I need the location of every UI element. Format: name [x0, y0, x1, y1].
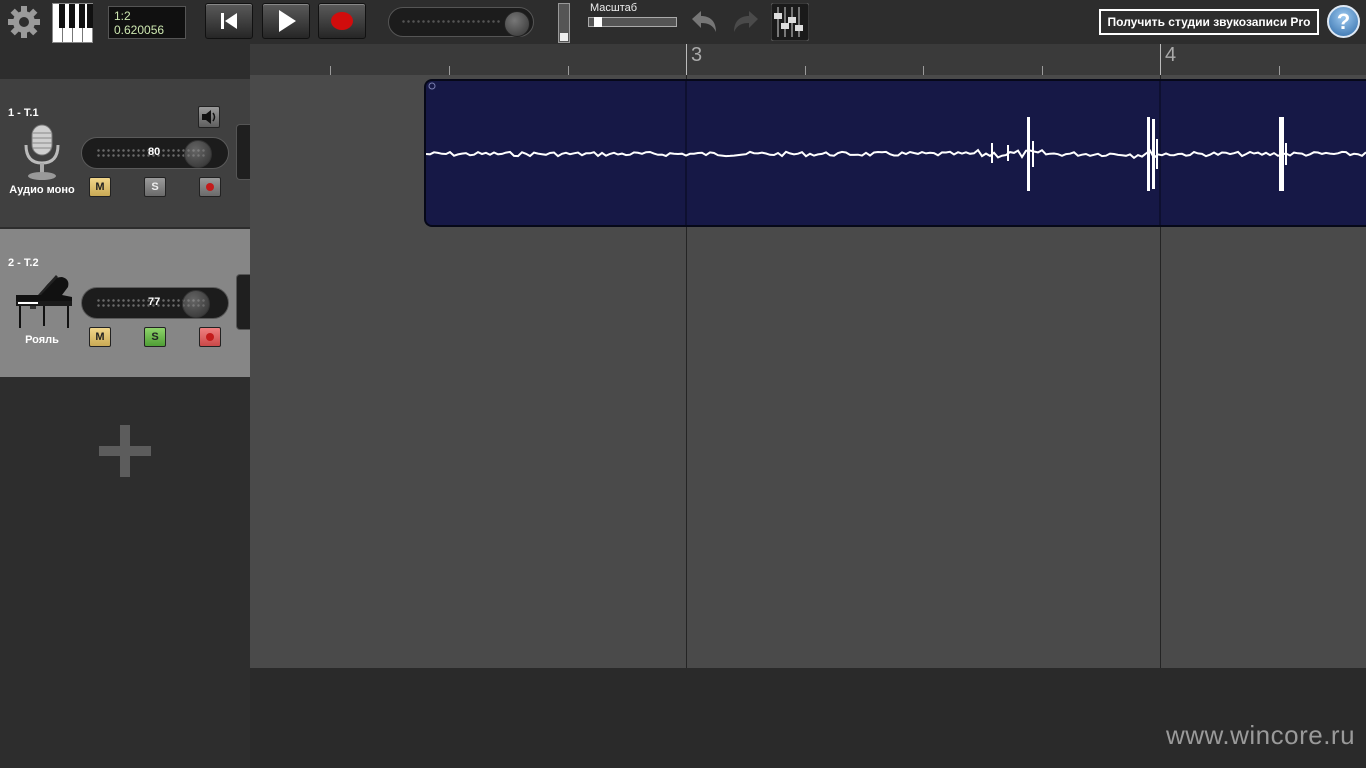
record-button[interactable] — [318, 3, 366, 39]
microphone-icon — [10, 123, 74, 183]
zoom-slider[interactable] — [588, 17, 677, 27]
track-instrument-label: Рояль — [25, 334, 59, 346]
undo-arrow-icon — [692, 11, 716, 32]
record-icon — [331, 12, 353, 30]
timeline-ruler[interactable]: 3 4 — [250, 44, 1366, 75]
speaker-icon[interactable] — [198, 106, 220, 128]
audio-waveform — [426, 81, 1366, 225]
time-seconds: 0.620056 — [114, 23, 165, 37]
plus-icon — [99, 425, 151, 477]
volume-knob[interactable] — [504, 11, 530, 37]
mute-button[interactable]: M — [89, 177, 111, 197]
track-volume-value: 77 — [148, 296, 161, 308]
track-drag-handle[interactable] — [236, 124, 250, 180]
track-volume-slider[interactable]: 80 — [81, 137, 229, 169]
solo-button[interactable]: S — [144, 327, 166, 347]
track-volume-value: 80 — [148, 146, 161, 158]
undo-button[interactable] — [688, 6, 720, 38]
bar-label: 3 — [691, 44, 703, 66]
add-track-button[interactable] — [99, 425, 151, 477]
redo-arrow-icon — [734, 11, 758, 32]
mute-button[interactable]: M — [89, 327, 111, 347]
gear-icon[interactable] — [6, 4, 42, 40]
record-arm-button[interactable] — [199, 177, 221, 197]
record-arm-button[interactable] — [199, 327, 221, 347]
help-icon[interactable]: ? — [1327, 5, 1360, 38]
track-instrument-label: Аудио моно — [9, 184, 75, 196]
bottom-area — [250, 668, 1366, 768]
track-row[interactable]: 1 - T.1 Аудио моно 80 M S — [0, 79, 250, 227]
piano-keys-icon[interactable] — [52, 3, 93, 43]
track-volume-slider[interactable]: 77 — [81, 287, 229, 319]
zoom-label: Масштаб — [590, 2, 638, 14]
volume-track — [401, 19, 501, 25]
level-meter — [558, 3, 570, 43]
bar-label: 4 — [1165, 44, 1177, 66]
time-display: 1:2 0.620056 — [108, 6, 186, 39]
record-dot-icon — [206, 183, 214, 191]
time-position: 1:2 — [114, 9, 131, 23]
get-pro-button[interactable]: Получить студии звукозаписи Pro — [1099, 9, 1319, 35]
redo-button[interactable] — [730, 6, 762, 38]
watermark: www.wincore.ru — [1166, 720, 1356, 750]
track-name: 1 - T.1 — [8, 107, 39, 119]
solo-button[interactable]: S — [144, 177, 166, 197]
zoom-slider-thumb[interactable] — [594, 17, 602, 27]
audio-clip[interactable] — [424, 79, 1366, 227]
track-volume-knob[interactable] — [184, 140, 212, 168]
grand-piano-icon — [10, 273, 74, 333]
mixer-button[interactable] — [770, 2, 810, 42]
track-row[interactable]: 2 - T.2 Рояль 77 M S — [0, 229, 250, 377]
skip-to-start-icon — [221, 13, 237, 29]
master-volume-slider[interactable] — [388, 7, 534, 37]
track-volume-knob[interactable] — [182, 290, 210, 318]
mixer-faders-icon — [770, 2, 810, 42]
record-dot-icon — [206, 333, 214, 341]
track-header-spacer — [0, 44, 250, 79]
track-name: 2 - T.2 — [8, 257, 39, 269]
track-drag-handle[interactable] — [236, 274, 250, 330]
play-icon — [279, 10, 296, 32]
rewind-button[interactable] — [205, 3, 253, 39]
play-button[interactable] — [262, 3, 310, 39]
